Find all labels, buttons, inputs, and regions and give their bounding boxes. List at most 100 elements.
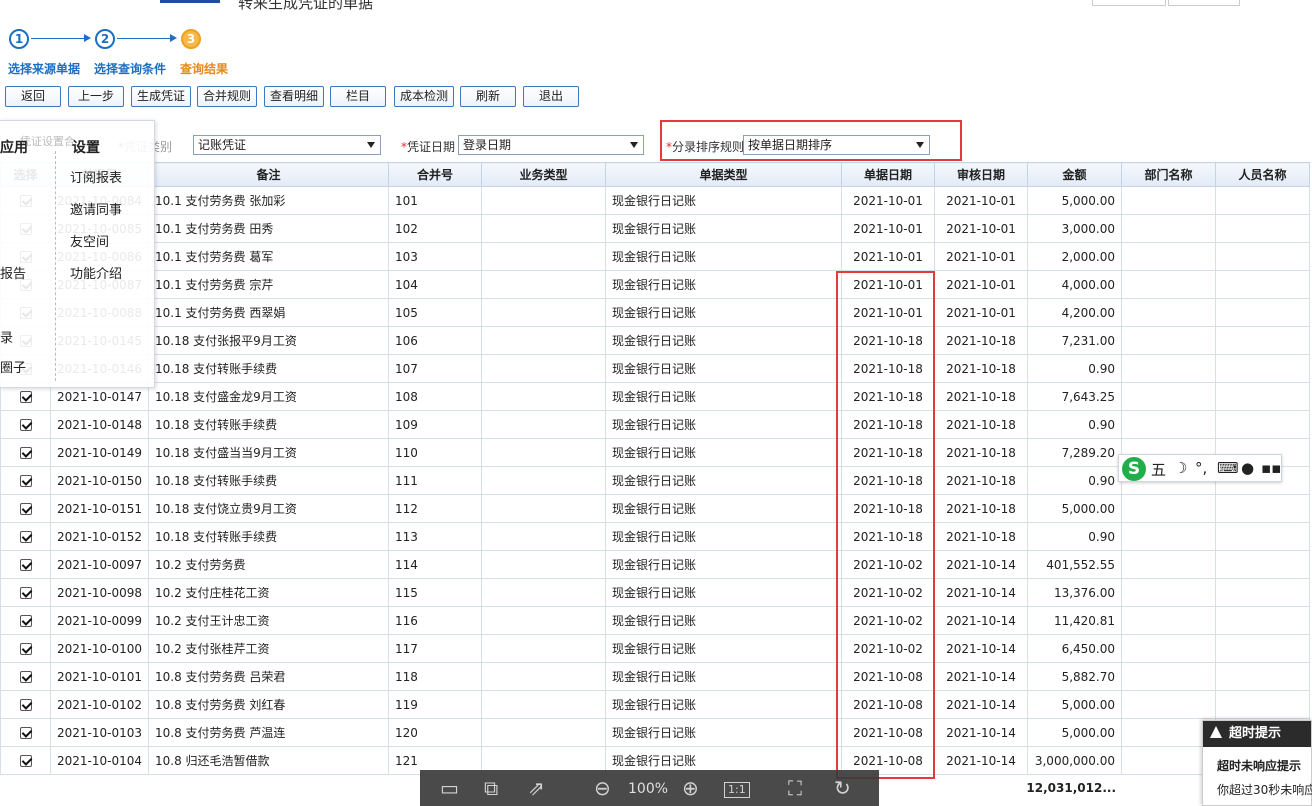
menu-item-friend-space[interactable]: 友空间 [70,231,109,250]
open-external-icon[interactable]: ⧉ [484,776,498,800]
row-checkbox[interactable] [19,755,32,767]
menu-item-report[interactable]: 报告 [0,263,26,282]
row-checkbox[interactable] [19,699,32,711]
row-checkbox[interactable] [19,643,32,655]
table-row[interactable]: 2021-10-0148 10.18 支付转账手续费 109 现金银行日记账 2021-… [0,410,1311,439]
table-row[interactable]: 2021-10-0150 10.18 支付转账手续费 111 现金银行日记账 2021-… [0,466,1311,495]
refresh-button[interactable]: 刷新 [460,86,516,107]
ime-mode[interactable]: 五 [1151,459,1166,480]
row-checkbox[interactable] [19,671,32,683]
step-2-label[interactable]: 选择查询条件 [94,60,166,77]
step-2-circle[interactable]: 2 [95,29,115,49]
row-checkbox[interactable] [19,447,32,459]
voucher-date-select[interactable]: 登录日期 [458,135,644,155]
rotate-icon[interactable]: ↻ [834,776,851,800]
voucher-type-select[interactable]: 记账凭证 [193,135,381,155]
row-checkbox[interactable] [19,615,32,627]
cell-biz-type [481,662,607,691]
ime-toolbar[interactable]: S 五 ☽ °, ⌨ ● ▪▪ [1118,454,1282,482]
select-cell[interactable] [0,494,51,523]
column-header[interactable]: 备注 [148,162,390,187]
column-header[interactable]: 业务类型 [481,162,607,187]
back-button[interactable]: 返回 [5,86,61,107]
row-checkbox[interactable] [19,531,32,543]
top-button-1[interactable] [1092,0,1166,6]
menu-item-circle[interactable]: 圈子 [0,357,26,376]
actual-size-icon[interactable]: 1:1 [724,782,750,798]
moon-icon[interactable]: ☽ [1174,459,1187,477]
table-row[interactable]: 2021-10-014510.18 支付张报平9月工资106现金银行日记账202… [0,326,1311,355]
select-cell[interactable] [0,606,51,635]
row-checkbox[interactable] [19,419,32,431]
table-row[interactable]: 2021-10-0097 10.2 支付劳务费 114 现金银行日记账 2021-10-… [0,550,1311,579]
row-checkbox[interactable] [19,391,32,403]
table-row[interactable]: 2021-10-008410.1 支付劳务费 张加彩101现金银行日记账2021… [0,186,1311,215]
select-cell[interactable] [0,634,51,663]
select-cell[interactable] [0,718,51,747]
select-cell[interactable] [0,438,51,467]
select-cell[interactable] [0,662,51,691]
select-cell[interactable] [0,746,51,775]
grid-icon[interactable]: ▪▪ [1261,459,1281,477]
cell-audit-date: 2021-10-14 [934,662,1029,691]
table-row[interactable]: 2021-10-0147 10.18 支付盛金龙9月工资 108 现金银行日记账 202… [0,382,1311,411]
table-row[interactable]: 2021-10-0103 10.8 支付劳务费 芦温连 120 现金银行日记账 2021… [0,718,1311,747]
share-icon[interactable]: ⇗ [528,776,545,800]
table-row[interactable]: 2021-10-0152 10.18 支付转账手续费 113 现金银行日记账 2021-… [0,522,1311,551]
columns-button[interactable]: 栏目 [330,86,386,107]
column-header[interactable]: 审核日期 [934,162,1029,187]
menu-item-record[interactable]: 录 [0,327,13,346]
zoom-in-icon[interactable]: ⊕ [682,776,699,800]
table-row[interactable]: 2021-10-008510.1 支付劳务费 田秀102现金银行日记账2021-… [0,214,1311,243]
column-header[interactable]: 合并号 [388,162,483,187]
table-row[interactable]: 2021-10-014610.18 支付转账手续费107现金银行日记账2021-… [0,354,1311,383]
view-detail-button[interactable]: 查看明细 [264,86,324,107]
save-icon[interactable]: ▭ [440,776,459,800]
sogou-logo-icon[interactable]: S [1122,457,1146,481]
menu-item-subscribe-report[interactable]: 订阅报表 [70,167,122,186]
column-header[interactable]: 部门名称 [1121,162,1217,187]
table-row[interactable]: 2021-10-0149 10.18 支付盛当当9月工资 110 现金银行日记账 202… [0,438,1311,467]
table-row[interactable]: 2021-10-0098 10.2 支付庄桂花工资 115 现金银行日记账 2021-1… [0,578,1311,607]
select-cell[interactable] [0,550,51,579]
cost-check-button[interactable]: 成本检测 [394,86,454,107]
menu-item-feature-intro[interactable]: 功能介绍 [70,263,122,282]
table-row[interactable]: 2021-10-008610.1 支付劳务费 葛军103现金银行日记账2021-… [0,242,1311,271]
step-3-label[interactable]: 查询结果 [180,60,228,77]
generate-voucher-button[interactable]: 生成凭证 [131,86,191,107]
row-checkbox[interactable] [19,503,32,515]
top-button-2[interactable] [1168,0,1240,6]
step-1-label[interactable]: 选择来源单据 [8,60,80,77]
user-icon[interactable]: ● [1241,459,1254,477]
select-cell[interactable] [0,690,51,719]
fit-screen-icon[interactable]: ⛶ [788,776,802,800]
previous-step-button[interactable]: 上一步 [68,86,124,107]
menu-item-invite-colleague[interactable]: 邀请同事 [70,199,122,218]
table-row[interactable]: 2021-10-0102 10.8 支付劳务费 刘红春 119 现金银行日记账 2021… [0,690,1311,719]
column-header[interactable]: 金额 [1027,162,1123,187]
step-3-circle[interactable]: 3 [181,29,201,49]
keyboard-icon[interactable]: ⌨ [1217,459,1239,477]
zoom-out-icon[interactable]: ⊖ [594,776,611,800]
row-checkbox[interactable] [19,587,32,599]
column-header[interactable]: 人员名称 [1215,162,1311,187]
select-cell[interactable] [0,578,51,607]
select-cell[interactable] [0,522,51,551]
table-row[interactable]: 2021-10-0100 10.2 支付张桂芹工资 117 现金银行日记账 2021-1… [0,634,1311,663]
select-cell[interactable] [0,466,51,495]
punctuation-icon[interactable]: °, [1195,459,1207,477]
exit-button[interactable]: 退出 [523,86,579,107]
row-checkbox[interactable] [19,727,32,739]
row-checkbox[interactable] [19,559,32,571]
table-row[interactable]: 2021-10-0101 10.8 支付劳务费 吕荣君 118 现金银行日记账 2021… [0,662,1311,691]
table-row[interactable]: 2021-10-0099 10.2 支付王计忠工资 116 现金银行日记账 2021-1… [0,606,1311,635]
row-checkbox[interactable] [19,475,32,487]
table-row[interactable]: 2021-10-008710.1 支付劳务费 宗芹104现金银行日记账2021-… [0,270,1311,299]
table-row[interactable]: 2021-10-0151 10.18 支付饶立贵9月工资 112 现金银行日记账 202… [0,494,1311,523]
merge-rule-button[interactable]: 合并规则 [197,86,257,107]
column-header[interactable]: 单据日期 [841,162,936,187]
select-cell[interactable] [0,410,51,439]
column-header[interactable]: 单据类型 [605,162,843,187]
table-row[interactable]: 2021-10-008810.1 支付劳务费 西翠娟105现金银行日记账2021… [0,298,1311,327]
step-1-circle[interactable]: 1 [9,29,29,49]
